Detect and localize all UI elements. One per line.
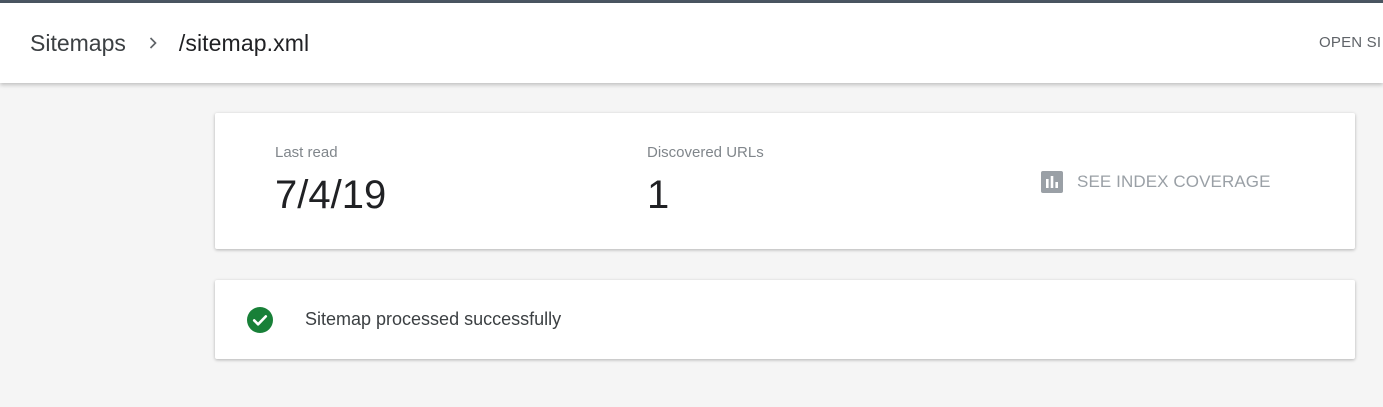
last-read-value: 7/4/19 (275, 173, 387, 217)
status-card: Sitemap processed successfully (215, 280, 1355, 359)
app-header: Sitemaps /sitemap.xml OPEN SI (0, 3, 1383, 83)
status-message: Sitemap processed successfully (305, 309, 562, 329)
discovered-urls-label: Discovered URLs (647, 144, 764, 161)
open-sitemap-button[interactable]: OPEN SI (1319, 3, 1381, 83)
see-index-coverage-button[interactable]: SEE INDEX COVERAGE (1041, 170, 1271, 194)
see-index-coverage-label: SEE INDEX COVERAGE (1077, 172, 1271, 191)
discovered-urls-value: 1 (647, 173, 670, 217)
page-title: /sitemap.xml (178, 29, 310, 56)
last-read-label: Last read (275, 144, 338, 161)
check-circle-icon (247, 307, 273, 333)
sitemap-stats-card: Last read 7/4/19 Discovered URLs 1 SEE I… (215, 113, 1355, 249)
bar-chart-icon (1041, 171, 1063, 193)
breadcrumb: Sitemaps /sitemap.xml (30, 3, 309, 83)
chevron-right-icon (143, 33, 163, 53)
breadcrumb-sitemaps-link[interactable]: Sitemaps (30, 30, 126, 57)
